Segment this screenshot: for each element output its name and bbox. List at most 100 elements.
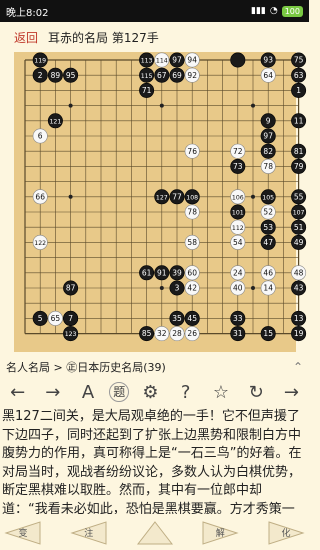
move-number: 71 (142, 86, 152, 95)
black-stone: 119 (32, 52, 48, 68)
white-stone: 52 (260, 204, 276, 220)
black-stone: 73 (230, 158, 246, 174)
white-stone: 6 (32, 128, 48, 144)
move-number: 40 (233, 284, 243, 293)
go-board-area[interactable]: 1206811611411890949692746468097767278104… (0, 52, 309, 358)
star-point (68, 194, 73, 199)
black-stone: 81 (291, 143, 307, 159)
white-stone: 54 (230, 234, 246, 250)
white-stone: 122 (32, 234, 48, 250)
move-number: 89 (51, 71, 61, 80)
star-point (68, 103, 73, 108)
black-stone: 79 (291, 158, 307, 174)
status-bar: 晚上8:02 ▮▮▮ ◔ 100 (0, 0, 309, 22)
variation-button[interactable]: 变 (4, 519, 42, 547)
arrow-left-icon[interactable]: ← (4, 382, 32, 403)
move-number: 13 (294, 314, 304, 323)
arrow-right-icon[interactable]: → (39, 382, 67, 403)
comment-badge-icon[interactable]: 题 (109, 382, 130, 402)
black-stone: 77 (169, 189, 185, 205)
white-stone: 26 (184, 326, 200, 342)
move-number: 93 (263, 56, 273, 65)
black-stone: 33 (230, 310, 246, 326)
move-number: 64 (263, 71, 273, 80)
white-stone: 58 (184, 234, 200, 250)
white-stone: 64 (260, 67, 276, 83)
move-number: 76 (187, 147, 197, 156)
move-number: 115 (141, 73, 153, 80)
change-button[interactable]: 化 (267, 519, 305, 547)
move-number: 95 (66, 71, 76, 80)
black-stone: 47 (260, 234, 276, 250)
breadcrumb-row: 名人名局 > ㊣日本历史名局(39) ⌃ (0, 358, 309, 376)
note-button[interactable]: 注 (70, 519, 108, 547)
move-number: 14 (263, 284, 273, 293)
move-number: 60 (187, 268, 197, 277)
black-stone: 13 (291, 310, 307, 326)
black-stone: 97 (260, 128, 276, 144)
wifi-icon: ◔ (269, 6, 278, 16)
move-number: 122 (34, 240, 46, 247)
move-number: 55 (294, 192, 304, 201)
black-stone: 5 (32, 310, 48, 326)
font-size-icon[interactable]: A (74, 382, 102, 403)
move-number: 105 (262, 194, 274, 201)
move-number: 49 (294, 238, 304, 247)
white-stone: 40 (230, 280, 246, 296)
solution-button[interactable]: 解 (201, 519, 239, 547)
move-number: 5 (38, 314, 43, 323)
black-stone: 91 (154, 265, 170, 281)
move-number: 6 (38, 132, 43, 141)
move-number: 39 (172, 268, 182, 277)
settings-icon[interactable]: ⚙ (136, 382, 164, 403)
go-board[interactable]: 1206811611411890949692746468097767278104… (0, 52, 309, 358)
next-arrow-icon[interactable]: → (277, 382, 305, 403)
black-stone: 45 (184, 310, 200, 326)
move-number: 61 (142, 268, 152, 277)
move-number: 85 (142, 329, 152, 338)
move-number: 7 (68, 314, 73, 323)
black-stone: 87 (63, 280, 79, 296)
back-button[interactable]: 返回 (14, 29, 38, 46)
help-icon[interactable]: ? (172, 382, 200, 403)
move-number: 11 (294, 116, 304, 125)
star-icon[interactable]: ☆ (207, 382, 235, 403)
white-stone: 106 (230, 189, 246, 205)
board-surface (14, 52, 296, 352)
black-stone: 51 (291, 219, 307, 235)
white-stone: 32 (154, 326, 170, 342)
home-button[interactable] (136, 519, 174, 547)
move-number: 28 (172, 329, 182, 338)
black-stone: 11 (291, 113, 307, 129)
black-stone: 121 (47, 113, 63, 129)
move-number: 66 (35, 192, 45, 201)
black-stone: 55 (291, 189, 307, 205)
move-number: 75 (294, 56, 304, 65)
move-number: 67 (157, 71, 167, 80)
black-stone: 3 (169, 280, 185, 296)
black-stone: 97 (169, 52, 185, 68)
move-number: 42 (187, 284, 197, 293)
black-stone: 75 (291, 52, 307, 68)
move-number: 2 (38, 71, 43, 80)
white-stone: 60 (184, 265, 200, 281)
black-stone: 127 (154, 189, 170, 205)
black-stone: 95 (63, 67, 79, 83)
move-number: 112 (232, 225, 244, 232)
white-stone: 114 (154, 52, 170, 68)
white-stone: 112 (230, 219, 246, 235)
black-stone: 7 (63, 310, 79, 326)
star-point (251, 286, 255, 290)
status-time: 晚上8:02 (6, 7, 49, 19)
breadcrumb[interactable]: 名人名局 > ㊣日本历史名局(39) (6, 359, 166, 375)
black-stone: 71 (139, 82, 155, 98)
star-point (159, 103, 164, 108)
move-number: 123 (65, 331, 77, 338)
refresh-icon[interactable]: ↻ (242, 382, 270, 403)
black-stone: 35 (169, 310, 185, 326)
move-number: 82 (263, 147, 273, 156)
black-stone: 15 (260, 326, 276, 342)
move-number: 113 (141, 58, 153, 65)
collapse-icon[interactable]: ⌃ (293, 360, 303, 374)
star-point (159, 286, 164, 290)
